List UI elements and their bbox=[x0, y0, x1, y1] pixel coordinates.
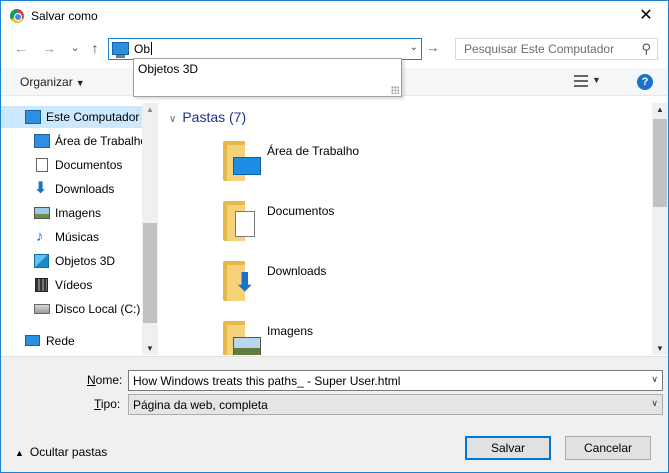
search-icon[interactable]: ⚲ bbox=[641, 41, 651, 57]
sidebar-item-label: Documentos bbox=[55, 158, 123, 172]
search-box[interactable]: ⚲ bbox=[455, 38, 658, 60]
sidebar-item-3d-objects[interactable]: Objetos 3D bbox=[1, 250, 142, 272]
sidebar-scrollbar[interactable]: ▲ ▼ bbox=[142, 103, 158, 355]
text-caret bbox=[151, 42, 153, 55]
go-button[interactable]: → bbox=[425, 40, 441, 56]
sidebar-item-label: Área de Trabalho bbox=[55, 134, 148, 148]
organize-label: Organizar bbox=[20, 75, 73, 89]
sidebar-item-documents[interactable]: Documentos bbox=[1, 154, 142, 176]
address-autocomplete: Objetos 3D bbox=[133, 58, 402, 97]
scroll-down-icon[interactable]: ▼ bbox=[146, 344, 154, 353]
group-header[interactable]: ∨ Pastas (7) bbox=[169, 109, 246, 125]
forward-button[interactable]: → bbox=[41, 40, 57, 56]
sidebar-item-label: Imagens bbox=[55, 206, 102, 220]
filename-field[interactable]: ∨ bbox=[128, 370, 663, 391]
title-bar: Salvar como ✕ bbox=[1, 1, 668, 32]
scrollbar-thumb[interactable] bbox=[143, 223, 157, 323]
chevron-down-icon: ∨ bbox=[169, 114, 177, 125]
save-form: Nome: ∨ Tipo: Página da web, completa ∨ … bbox=[1, 356, 668, 472]
sidebar-item-this-pc[interactable]: Este Computador bbox=[1, 106, 142, 128]
sidebar-item-videos[interactable]: Vídeos bbox=[1, 274, 142, 296]
cancel-button[interactable]: Cancelar bbox=[565, 436, 651, 460]
documents-folder-icon[interactable] bbox=[221, 199, 261, 241]
sidebar-item-network[interactable]: Rede bbox=[1, 330, 142, 352]
chevron-down-icon[interactable]: ∨ bbox=[651, 374, 658, 385]
folder-name[interactable]: Área de Trabalho bbox=[267, 144, 359, 158]
videos-icon bbox=[35, 278, 48, 292]
navigation-pane: Este Computador Área de Trabalho Documen… bbox=[1, 103, 158, 355]
folder-name[interactable]: Downloads bbox=[267, 264, 326, 278]
documents-icon bbox=[36, 158, 48, 172]
group-title: Pastas (7) bbox=[182, 109, 247, 125]
recent-locations-button[interactable]: ⌄ bbox=[67, 40, 83, 56]
folder-name[interactable]: Imagens bbox=[267, 324, 313, 338]
details-view-icon bbox=[574, 75, 588, 87]
sidebar-item-label: Rede bbox=[46, 334, 75, 348]
desktop-folder-icon[interactable] bbox=[221, 139, 261, 181]
view-options-button[interactable]: ▼ bbox=[574, 74, 604, 90]
search-input[interactable] bbox=[456, 39, 632, 59]
resize-grip-icon[interactable] bbox=[391, 86, 399, 94]
sidebar-item-local-disk[interactable]: Disco Local (C:) bbox=[1, 298, 142, 320]
filetype-label: Tipo: bbox=[94, 397, 121, 411]
pictures-icon bbox=[34, 207, 50, 219]
sidebar-item-desktop[interactable]: Área de Trabalho bbox=[1, 130, 147, 152]
close-button[interactable]: ✕ bbox=[636, 6, 656, 26]
scrollbar-thumb[interactable] bbox=[653, 119, 667, 207]
back-button[interactable]: ← bbox=[13, 40, 29, 56]
sidebar-item-pictures[interactable]: Imagens bbox=[1, 202, 142, 224]
desktop-icon bbox=[34, 134, 50, 148]
this-pc-icon bbox=[25, 110, 41, 124]
sidebar-item-music[interactable]: ♪ Músicas bbox=[1, 226, 142, 248]
folder-view: ∨ Pastas (7) Área de Trabalho Documentos … bbox=[159, 103, 668, 355]
pictures-folder-icon[interactable] bbox=[221, 319, 261, 355]
chevron-up-icon: ▲ bbox=[15, 448, 24, 458]
sidebar-item-label: Disco Local (C:) bbox=[55, 302, 141, 316]
sidebar-item-downloads[interactable]: ⬇ Downloads bbox=[1, 178, 142, 200]
sidebar-item-label: Este Computador bbox=[46, 110, 140, 124]
folder-name[interactable]: Documentos bbox=[267, 204, 334, 218]
scroll-up-icon[interactable]: ▲ bbox=[656, 105, 664, 114]
3d-objects-icon bbox=[34, 254, 49, 268]
filetype-value: Página da web, completa bbox=[133, 398, 268, 412]
scroll-down-icon[interactable]: ▼ bbox=[656, 344, 664, 353]
hide-folders-button[interactable]: ▲ Ocultar pastas bbox=[15, 445, 107, 459]
hide-folders-label: Ocultar pastas bbox=[29, 445, 108, 459]
organize-button[interactable]: Organizar ▼ bbox=[20, 75, 85, 89]
downloads-folder-icon[interactable]: ⬇ bbox=[221, 259, 261, 301]
sidebar-item-label: Vídeos bbox=[55, 278, 93, 292]
music-icon: ♪ bbox=[36, 228, 44, 245]
this-pc-icon bbox=[112, 42, 129, 58]
sidebar-item-label: Objetos 3D bbox=[55, 254, 116, 268]
scroll-up-icon[interactable]: ▲ bbox=[146, 105, 154, 114]
window-title: Salvar como bbox=[31, 9, 98, 23]
sidebar-item-label: Downloads bbox=[55, 182, 115, 196]
up-button[interactable]: ↑ bbox=[87, 40, 103, 56]
filename-label: Nome: bbox=[87, 373, 123, 387]
help-button[interactable]: ? bbox=[637, 74, 653, 90]
local-disk-icon bbox=[34, 304, 50, 314]
autocomplete-item[interactable]: Objetos 3D bbox=[138, 62, 198, 76]
downloads-icon: ⬇ bbox=[34, 180, 48, 197]
save-as-dialog: Salvar como ✕ ← → ⌄ ↑ Ob ⌄ → ⚲ Objetos 3… bbox=[0, 0, 669, 473]
chevron-down-icon: ▼ bbox=[592, 75, 601, 85]
address-bar[interactable]: Ob ⌄ bbox=[108, 38, 422, 60]
address-input[interactable]: Ob bbox=[134, 42, 150, 56]
sidebar-item-label: Músicas bbox=[55, 230, 100, 244]
chrome-icon bbox=[10, 9, 24, 23]
save-button[interactable]: Salvar bbox=[465, 436, 551, 460]
chevron-down-icon: ▼ bbox=[75, 78, 85, 88]
chevron-down-icon: ∨ bbox=[651, 398, 658, 408]
filetype-select[interactable]: Página da web, completa ∨ bbox=[128, 394, 663, 415]
network-icon bbox=[25, 335, 40, 346]
folder-view-scrollbar[interactable]: ▲ ▼ bbox=[652, 103, 668, 355]
filename-input[interactable] bbox=[129, 371, 641, 390]
address-dropdown-button[interactable]: ⌄ bbox=[410, 42, 418, 53]
